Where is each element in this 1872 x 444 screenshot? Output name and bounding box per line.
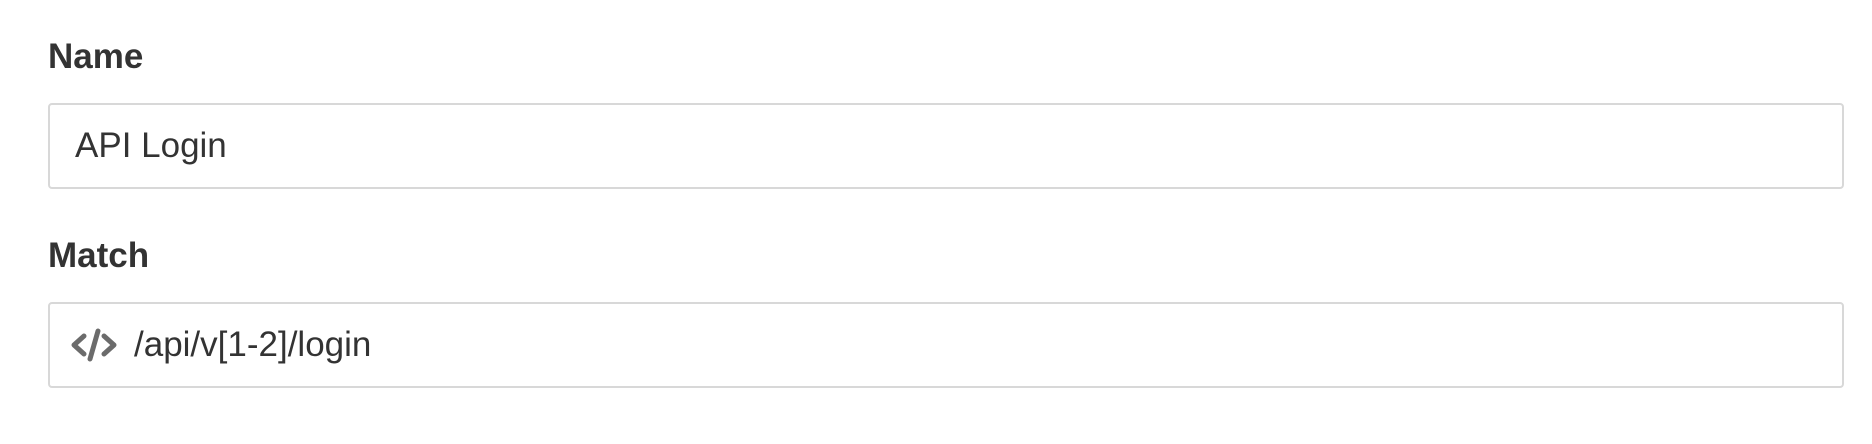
match-label: Match [48,236,150,275]
name-input[interactable]: API Login [48,103,1844,189]
name-label: Name [48,37,144,76]
match-input[interactable]: /api/v[1-2]/login [48,302,1844,388]
name-input-value[interactable]: API Login [75,126,227,166]
match-input-value[interactable]: /api/v[1-2]/login [134,325,371,365]
code-icon [70,325,118,365]
